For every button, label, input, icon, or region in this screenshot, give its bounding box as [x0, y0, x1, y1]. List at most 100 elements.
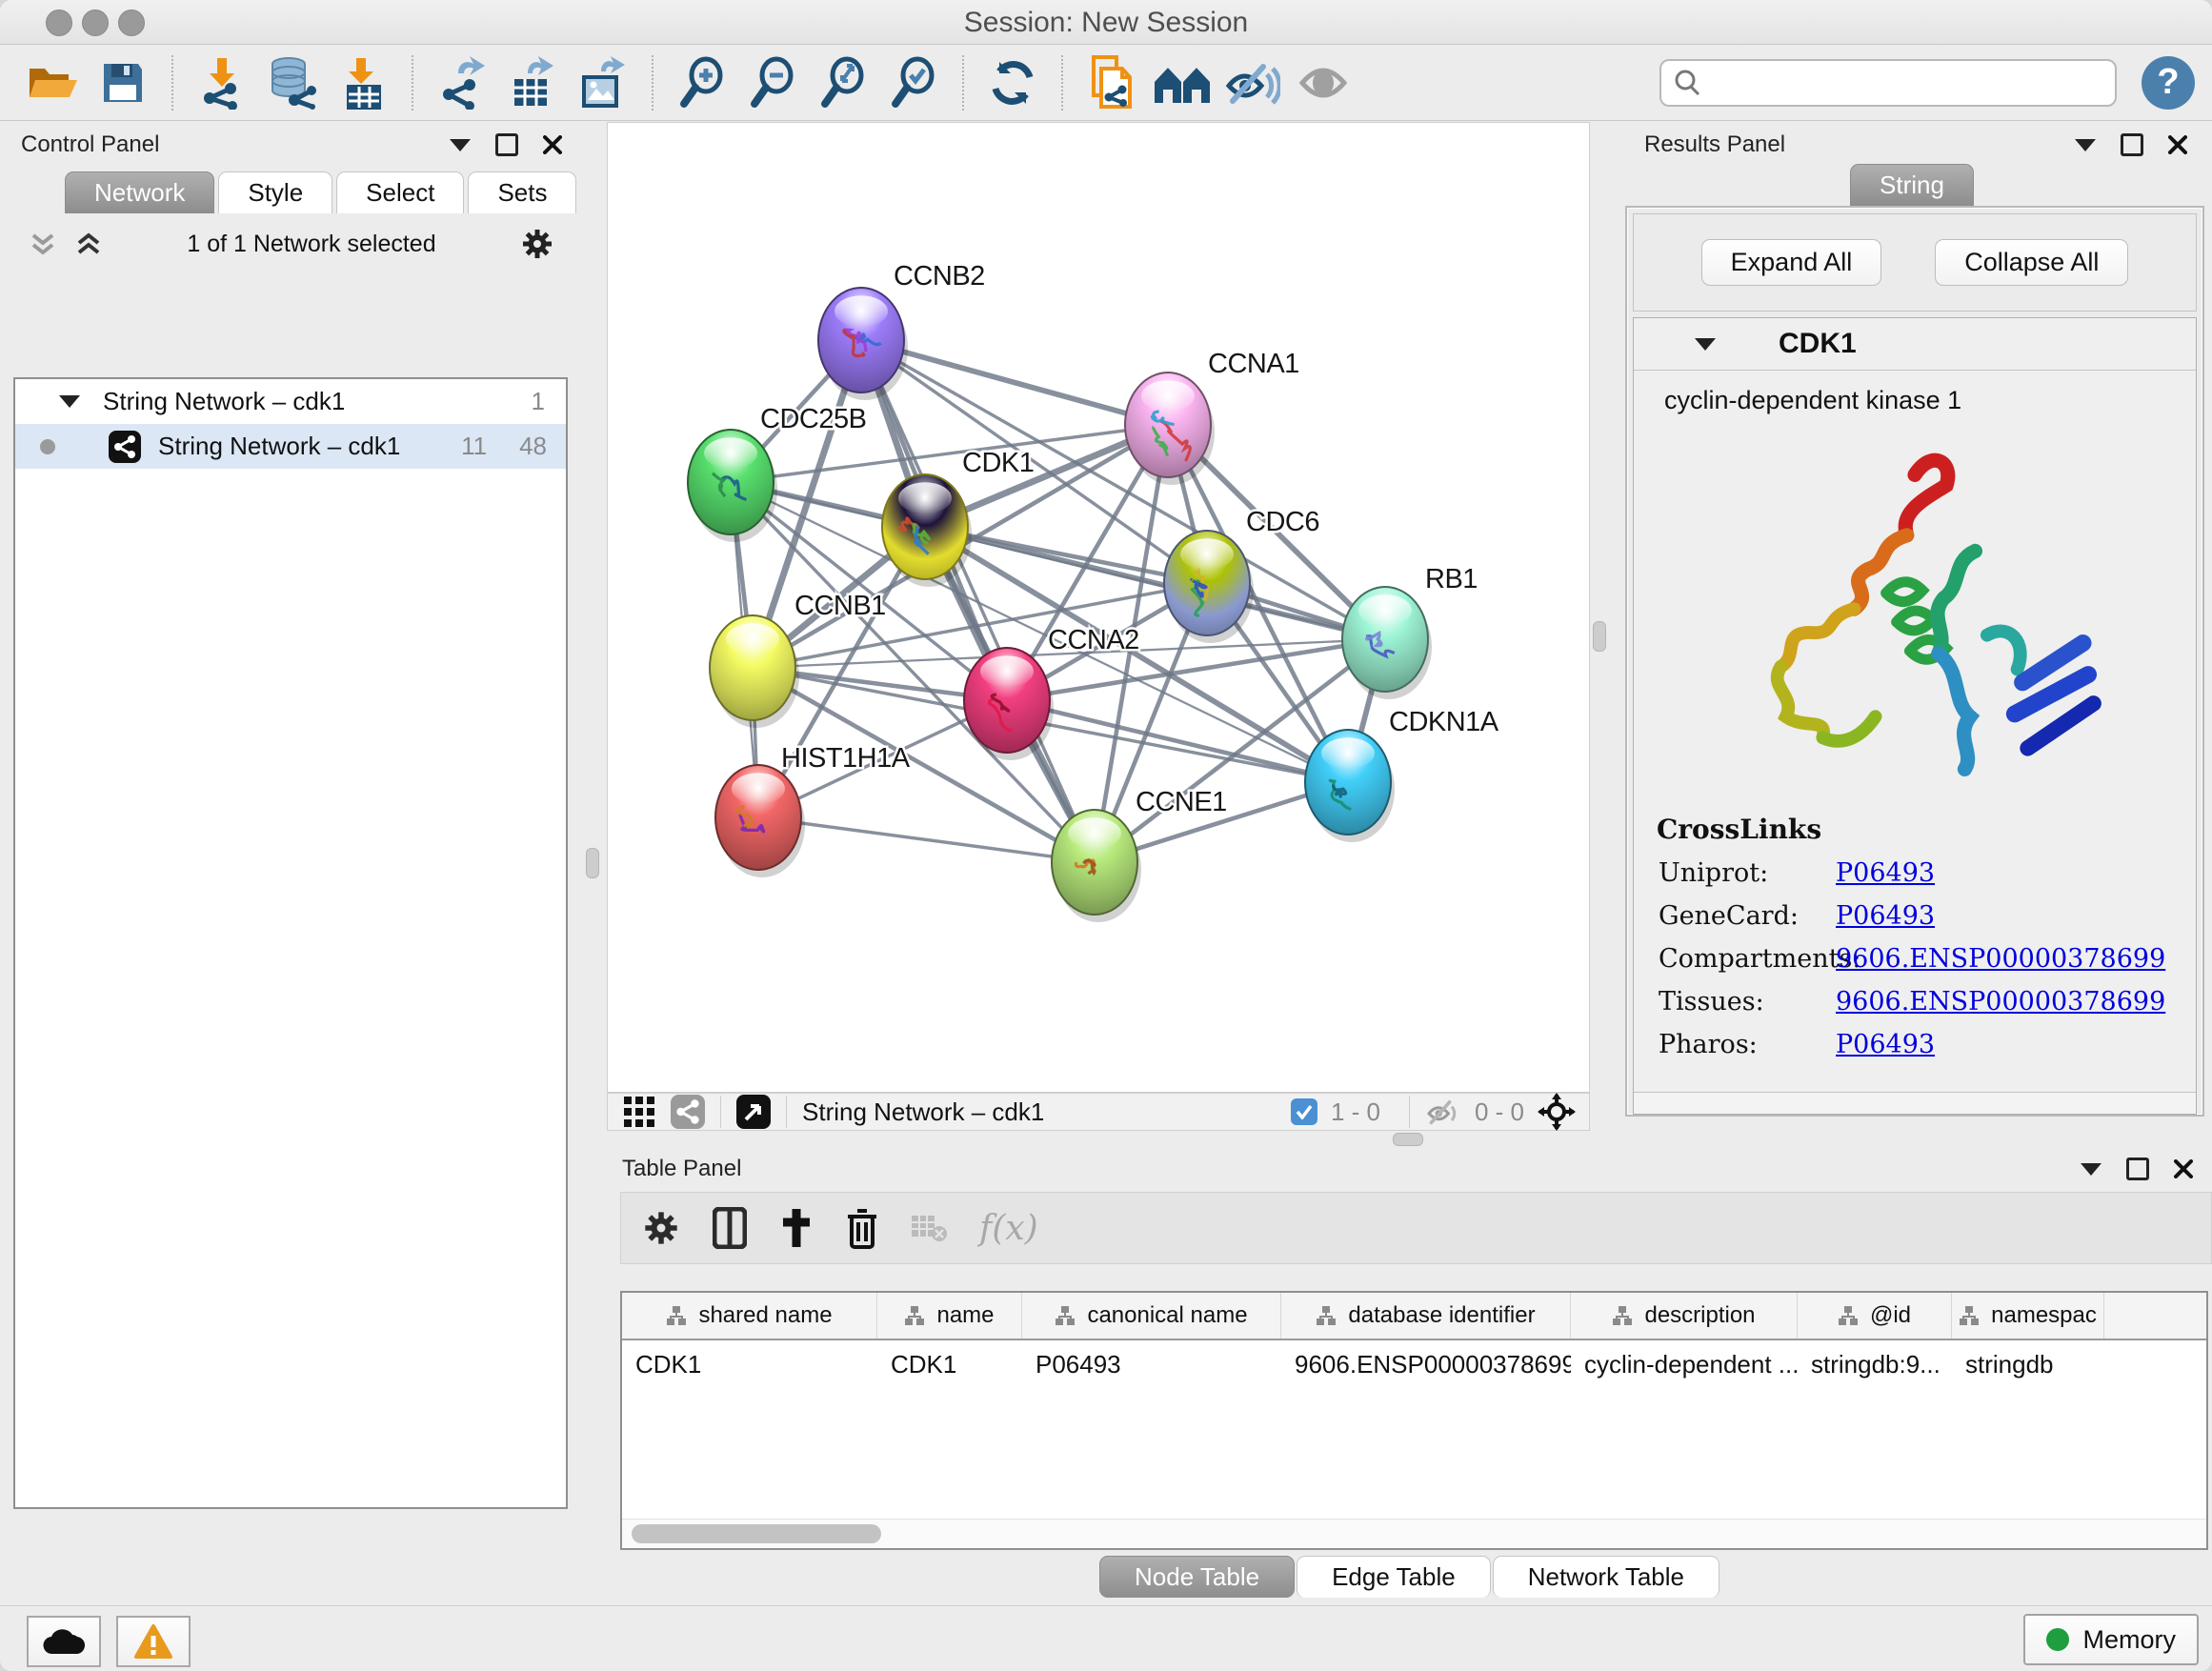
expand-all-button[interactable]: Expand All — [1701, 239, 1882, 286]
panel-menu-icon[interactable] — [2075, 139, 2096, 151]
help-button[interactable]: ? — [2142, 56, 2195, 110]
zoom-selected-button[interactable] — [884, 53, 943, 112]
export-image-button[interactable] — [573, 53, 633, 112]
show-all-button[interactable] — [1294, 53, 1353, 112]
panel-menu-icon[interactable] — [2081, 1163, 2101, 1176]
tab-sets[interactable]: Sets — [468, 171, 576, 213]
open-in-window-icon[interactable] — [736, 1095, 771, 1129]
network-row[interactable]: String Network – cdk1 11 48 — [15, 424, 566, 469]
zoom-in-button[interactable] — [673, 53, 732, 112]
node-CCNB2[interactable] — [818, 288, 908, 400]
column-header-label: name — [936, 1302, 994, 1329]
left-splitter-handle[interactable] — [586, 848, 599, 878]
show-columns-icon[interactable] — [713, 1207, 747, 1249]
create-column-icon[interactable] — [779, 1207, 814, 1249]
table-gear-icon[interactable] — [642, 1209, 680, 1247]
panel-float-icon[interactable] — [2126, 1158, 2149, 1180]
memory-button[interactable]: Memory — [2023, 1614, 2199, 1665]
hide-show-button[interactable] — [1223, 53, 1282, 112]
node-table: shared name name canonical namedatabase id… — [620, 1291, 2208, 1550]
node-label-CCNB1: CCNB1 — [794, 591, 886, 621]
apply-layout-button[interactable] — [983, 53, 1042, 112]
open-session-button[interactable] — [23, 53, 82, 112]
results-tab-string[interactable]: String — [1850, 164, 1974, 206]
node-CCNA2[interactable] — [964, 648, 1054, 760]
pan-crosshair-icon[interactable] — [1538, 1093, 1576, 1131]
memory-label: Memory — [2082, 1625, 2176, 1655]
import-table-file-button[interactable] — [333, 53, 392, 112]
column-header-database-identifier[interactable]: database identifier — [1281, 1293, 1571, 1339]
column-header-shared-name[interactable]: shared name — [622, 1293, 877, 1339]
panel-float-icon[interactable] — [2121, 133, 2143, 156]
collapse-all-button[interactable]: Collapse All — [1935, 239, 2128, 286]
bottom-splitter-handle[interactable] — [1393, 1133, 1423, 1146]
tab-network-table[interactable]: Network Table — [1493, 1556, 1719, 1598]
cloud-button[interactable] — [27, 1616, 101, 1667]
table-row[interactable]: CDK1CDK1P064939606.ENSP00000378699cyclin… — [622, 1340, 2206, 1379]
crosslink-link[interactable]: P06493 — [1836, 901, 1935, 931]
selected-checkbox-icon[interactable] — [1291, 1098, 1317, 1125]
edge-HIST1H1A-CCNE1[interactable] — [758, 817, 1095, 862]
node-CCNA1[interactable] — [1125, 372, 1215, 485]
crosslink-link[interactable]: 9606.ENSP00000378699 — [1836, 944, 2165, 974]
column-header-label: shared name — [698, 1302, 832, 1329]
node-CCNE1[interactable] — [1052, 810, 1141, 922]
protein-disclosure-icon[interactable] — [1695, 338, 1716, 351]
horizontal-scrollbar[interactable] — [622, 1519, 2206, 1548]
network-collection-row[interactable]: String Network – cdk1 1 — [15, 379, 566, 424]
panel-menu-icon[interactable] — [450, 139, 471, 151]
column-header-@id[interactable]: @id — [1798, 1293, 1952, 1339]
node-label-CDK1: CDK1 — [962, 448, 1034, 478]
collapse-all-networks-icon[interactable] — [74, 230, 103, 258]
crosslink-row: GeneCard:P06493 — [1659, 901, 2196, 931]
node-CDK1[interactable] — [882, 474, 972, 587]
panel-close-icon[interactable] — [543, 135, 562, 154]
column-header-description[interactable]: description — [1571, 1293, 1798, 1339]
delete-column-icon[interactable] — [846, 1207, 878, 1249]
crosslink-link[interactable]: P06493 — [1836, 1030, 1935, 1059]
export-table-button[interactable] — [503, 53, 562, 112]
birds-eye-grid-icon[interactable] — [623, 1096, 655, 1128]
warnings-button[interactable] — [116, 1616, 191, 1667]
column-header-canonical-name[interactable]: canonical name — [1022, 1293, 1281, 1339]
tab-edge-table[interactable]: Edge Table — [1297, 1556, 1491, 1598]
first-neighbors-button[interactable] — [1153, 53, 1212, 112]
zoom-out-button[interactable] — [743, 53, 802, 112]
panel-float-icon[interactable] — [495, 133, 518, 156]
zoom-selected-icon — [889, 56, 938, 110]
column-header-name[interactable]: name — [877, 1293, 1022, 1339]
column-header-namespac[interactable]: namespac — [1952, 1293, 2104, 1339]
node-CCNB1[interactable] — [710, 615, 799, 728]
crosslink-link[interactable]: 9606.ENSP00000378699 — [1836, 987, 2165, 1017]
tab-network[interactable]: Network — [65, 171, 214, 213]
import-network-file-button[interactable] — [192, 53, 251, 112]
export-network-button[interactable] — [432, 53, 492, 112]
save-session-button[interactable] — [93, 53, 152, 112]
search-input[interactable] — [1711, 67, 2103, 98]
scrollbar-thumb[interactable] — [632, 1524, 881, 1543]
gear-icon[interactable] — [520, 227, 554, 261]
panel-close-icon[interactable] — [2174, 1159, 2193, 1178]
column-header-label: @id — [1870, 1302, 1911, 1329]
node-RB1[interactable] — [1342, 587, 1432, 699]
expand-all-networks-icon[interactable] — [29, 230, 57, 258]
network-canvas[interactable]: CCNB2CCNA1CDC25BCDK1CDC6RB1CCNB1CCNA2CDK… — [607, 122, 1590, 1093]
tab-node-table[interactable]: Node Table — [1099, 1556, 1295, 1598]
network-share-icon[interactable] — [671, 1095, 705, 1129]
network-view-toolbar: String Network – cdk1 1 - 0 0 - 0 — [607, 1093, 1590, 1131]
panel-close-icon[interactable] — [2168, 135, 2187, 154]
node-CDKN1A[interactable] — [1305, 730, 1395, 842]
tab-style[interactable]: Style — [218, 171, 332, 213]
node-HIST1H1A[interactable] — [715, 765, 805, 877]
function-builder-button[interactable]: f(x) — [979, 1209, 1038, 1248]
tab-select[interactable]: Select — [336, 171, 464, 213]
crosslink-link[interactable]: P06493 — [1836, 858, 1935, 888]
cytoscape-window: Session: New Session — [0, 0, 2212, 1671]
collection-disclosure-icon[interactable] — [59, 395, 80, 408]
zoom-fit-button[interactable] — [814, 53, 873, 112]
table-cell: cyclin-dependent ... — [1571, 1340, 1798, 1379]
import-network-database-button[interactable] — [263, 53, 322, 112]
duplicate-network-button[interactable] — [1082, 53, 1141, 112]
right-splitter-handle[interactable] — [1593, 621, 1606, 652]
node-CDC6[interactable] — [1164, 531, 1254, 643]
